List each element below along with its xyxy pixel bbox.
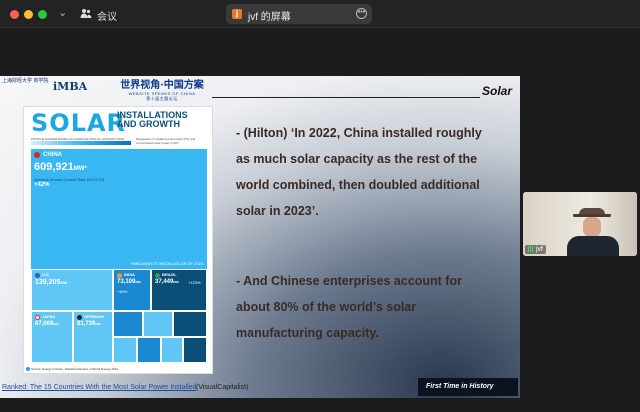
- chevron-down-icon[interactable]: ⌄: [58, 6, 67, 19]
- minimize-window-button[interactable]: [24, 10, 33, 19]
- mic-level-icon: [528, 246, 534, 252]
- tile-mw: 139,205MW: [35, 279, 68, 286]
- tile-name: U.S.: [42, 272, 50, 277]
- india-flag-icon: [117, 273, 122, 278]
- participant-body: [567, 236, 619, 256]
- imba-logo: iMBA: [53, 80, 88, 93]
- school-logo: 上海财经大学 商学院: [2, 78, 49, 84]
- tile-mw: 87,068MW: [35, 321, 59, 327]
- bullet-china-installed: - (Hilton) ‘In 2022, China installed rou…: [236, 126, 482, 218]
- tile-name: GERMANY: [84, 314, 105, 319]
- tile-growth: +123%: [188, 280, 201, 285]
- tile-growth: +40%: [117, 289, 128, 294]
- screen-share-indicator[interactable]: j jvf 的屏幕 •••: [226, 4, 372, 24]
- tile-mw: 81,739MW: [77, 321, 101, 327]
- window-titlebar: ⌄ 会议 j jvf 的屏幕 •••: [0, 0, 640, 28]
- tile-mw: 73,109MW: [117, 279, 141, 285]
- country-tile: INDIA 73,109MW +40%: [113, 269, 151, 311]
- china-name: CHINA: [43, 152, 62, 158]
- zoom-window-button[interactable]: [38, 10, 47, 19]
- participant-name-label: jvf: [525, 245, 546, 254]
- country-tile: BRAZIL 37,449MW +123%: [151, 269, 207, 311]
- shared-screen-area: 上海财经大学 商学院 iMBA 世界视角·中国方案 WEBSITE SPEAKS…: [0, 28, 640, 412]
- china-footnote: *MEGAWATTS INSTALLED AS OF 2023: [130, 261, 203, 266]
- country-tile-small: [137, 337, 161, 363]
- forum-logo-cn: 世界视角·中国方案: [120, 80, 204, 91]
- infographic-subtitle: INSTALLATIONS AND GROWTH: [117, 110, 188, 129]
- tile-name: INDIA: [124, 272, 135, 277]
- bullet-manufacturing: - And Chinese enterprises account for ab…: [236, 274, 462, 340]
- country-tile: U.S. 139,205MW: [31, 269, 113, 311]
- brazil-flag-icon: [155, 273, 160, 278]
- tile-mw: 37,449MW: [155, 279, 179, 285]
- source-icon: [26, 367, 30, 371]
- share-badge: j: [232, 9, 242, 19]
- japan-flag-icon: [35, 315, 40, 320]
- participant-name: jvf: [536, 246, 543, 253]
- country-tile-small: [113, 311, 143, 337]
- country-tile-small: [143, 311, 173, 337]
- ellipsis-icon[interactable]: •••: [356, 8, 367, 19]
- china-tile: CHINA 609,921MW* Average Annual Growth R…: [31, 149, 207, 269]
- country-tile: GERMANY 81,739MW: [73, 311, 113, 363]
- close-window-button[interactable]: [10, 10, 19, 19]
- presentation-slide: 上海财经大学 商学院 iMBA 世界视角·中国方案 WEBSITE SPEAKS…: [0, 76, 520, 398]
- forum-logo-sub: 第十届主题论坛: [146, 96, 178, 101]
- china-mw: 609,921MW*: [34, 161, 87, 173]
- history-badge: First Time in History: [418, 378, 518, 396]
- participant-face: [583, 217, 601, 237]
- source-link[interactable]: Ranked: The 15 Countries With the Most S…: [2, 384, 196, 391]
- share-title: jvf 的屏幕: [248, 12, 291, 23]
- growth-color-scale: [31, 141, 131, 145]
- meeting-icon: [80, 9, 92, 18]
- china-flag-icon: [34, 152, 40, 158]
- infographic-note: Megawatts of installed photovoltaic (PV)…: [136, 137, 196, 145]
- us-flag-icon: [35, 273, 40, 278]
- forum-logo: 世界视角·中国方案 WEBSITE SPEAKS OF CHINA 第十届主题论…: [118, 76, 206, 101]
- country-tile-small: [113, 337, 137, 363]
- infographic-title: SOLAR: [31, 109, 127, 137]
- tile-name: JAPAN: [42, 314, 56, 319]
- header-divider: [212, 97, 480, 98]
- tile-name: BRAZIL: [162, 272, 177, 277]
- country-tile-small: [173, 311, 207, 337]
- meeting-label[interactable]: 会议: [97, 8, 117, 23]
- participant-video-tile[interactable]: jvf: [523, 192, 637, 256]
- source-attribution: (VisualCapitalist): [196, 384, 249, 391]
- country-tile-small: [183, 337, 207, 363]
- solar-infographic: SOLAR INSTALLATIONS AND GROWTH PROFILE S…: [23, 106, 213, 374]
- china-growth-value: +42%: [34, 182, 50, 188]
- slide-section-title: Solar: [482, 84, 513, 98]
- germany-flag-icon: [77, 315, 82, 320]
- infographic-source: Source: Energy Institute, Statistical Re…: [31, 367, 118, 371]
- country-tile: JAPAN 87,068MW: [31, 311, 73, 363]
- country-tile-small: [161, 337, 183, 363]
